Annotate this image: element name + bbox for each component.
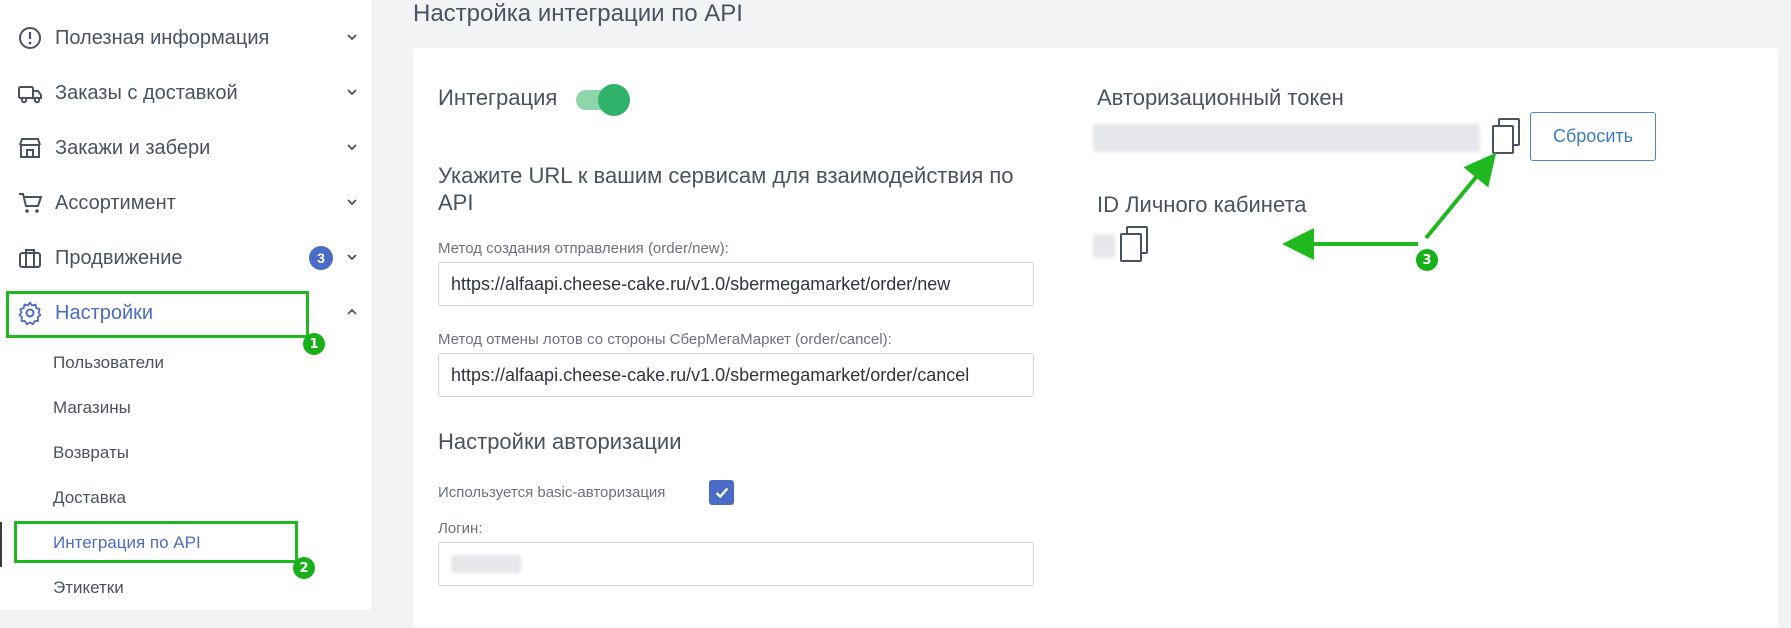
- sidebar-item-label: Полезная информация: [55, 26, 270, 49]
- order-new-url-input[interactable]: https://alfaapi.cheese-cake.ru/v1.0/sber…: [438, 262, 1034, 306]
- cart-icon: [17, 190, 43, 216]
- redacted-account-id: [1093, 234, 1115, 258]
- redacted-token: [1093, 124, 1480, 152]
- account-id-heading: ID Личного кабинета: [1097, 192, 1307, 217]
- chevron-down-icon: [347, 144, 357, 151]
- login-label: Логин:: [438, 520, 483, 537]
- sidebar-subitem-stores[interactable]: Магазины: [53, 398, 131, 418]
- sidebar-subitem-delivery[interactable]: Доставка: [53, 488, 126, 508]
- sidebar-item-promotion[interactable]: Продвижение 3: [0, 233, 373, 283]
- order-new-label: Метод создания отправления (order/new):: [438, 240, 729, 257]
- copy-icon[interactable]: [1490, 117, 1524, 155]
- order-cancel-label: Метод отмены лотов со стороны СберМегаМа…: [438, 331, 892, 348]
- sidebar-item-label: Закажи и забери: [55, 136, 211, 159]
- sidebar-item-label: Продвижение: [55, 246, 183, 269]
- sidebar-item-assortment[interactable]: Ассортимент: [0, 178, 373, 228]
- login-input[interactable]: [438, 542, 1034, 586]
- annotation-marker-1: 1: [303, 333, 325, 355]
- annotation-marker-2: 2: [293, 557, 315, 579]
- integration-toggle[interactable]: [576, 84, 632, 116]
- redacted-login: [451, 555, 521, 573]
- sidebar-item-label: Заказы с доставкой: [55, 81, 238, 104]
- sidebar-item-order-pickup[interactable]: Закажи и забери: [0, 123, 373, 173]
- urls-heading: Укажите URL к вашим сервисам для взаимод…: [438, 163, 1014, 215]
- active-indicator: [0, 522, 2, 567]
- chevron-down-icon: [347, 199, 357, 206]
- briefcase-icon: [17, 245, 43, 271]
- highlight-api-integration: [14, 521, 298, 563]
- chevron-down-icon: [347, 34, 357, 41]
- auth-heading: Настройки авторизации: [438, 429, 682, 454]
- notification-badge: 3: [309, 246, 333, 270]
- chevron-down-icon: [347, 254, 357, 261]
- sidebar-item-delivery-orders[interactable]: Заказы с доставкой: [0, 68, 373, 118]
- sidebar-subitem-returns[interactable]: Возвраты: [53, 443, 129, 463]
- basic-auth-checkbox[interactable]: [709, 480, 734, 505]
- store-icon: [17, 135, 43, 161]
- sidebar-item-label: Ассортимент: [55, 191, 176, 214]
- annotation-marker-3: 3: [1416, 249, 1438, 271]
- info-icon: [17, 25, 43, 51]
- truck-icon: [17, 80, 43, 106]
- chevron-down-icon: [347, 89, 357, 96]
- page-title: Настройка интеграции по API: [413, 0, 743, 27]
- sidebar-item-useful-info[interactable]: Полезная информация: [0, 13, 373, 63]
- toggle-knob: [598, 84, 630, 116]
- order-cancel-url-input[interactable]: https://alfaapi.cheese-cake.ru/v1.0/sber…: [438, 353, 1034, 397]
- chevron-up-icon: [347, 308, 357, 315]
- sidebar-subitem-labels[interactable]: Этикетки: [53, 578, 124, 598]
- highlight-settings: [6, 291, 309, 338]
- sidebar-subitem-users[interactable]: Пользователи: [53, 353, 164, 373]
- reset-token-button[interactable]: Сбросить: [1530, 112, 1656, 161]
- basic-auth-label: Используется basic-авторизация: [438, 484, 666, 501]
- copy-icon[interactable]: [1118, 225, 1152, 263]
- integration-label: Интеграция: [438, 85, 558, 110]
- check-icon: [715, 487, 728, 498]
- token-heading: Авторизационный токен: [1097, 85, 1344, 110]
